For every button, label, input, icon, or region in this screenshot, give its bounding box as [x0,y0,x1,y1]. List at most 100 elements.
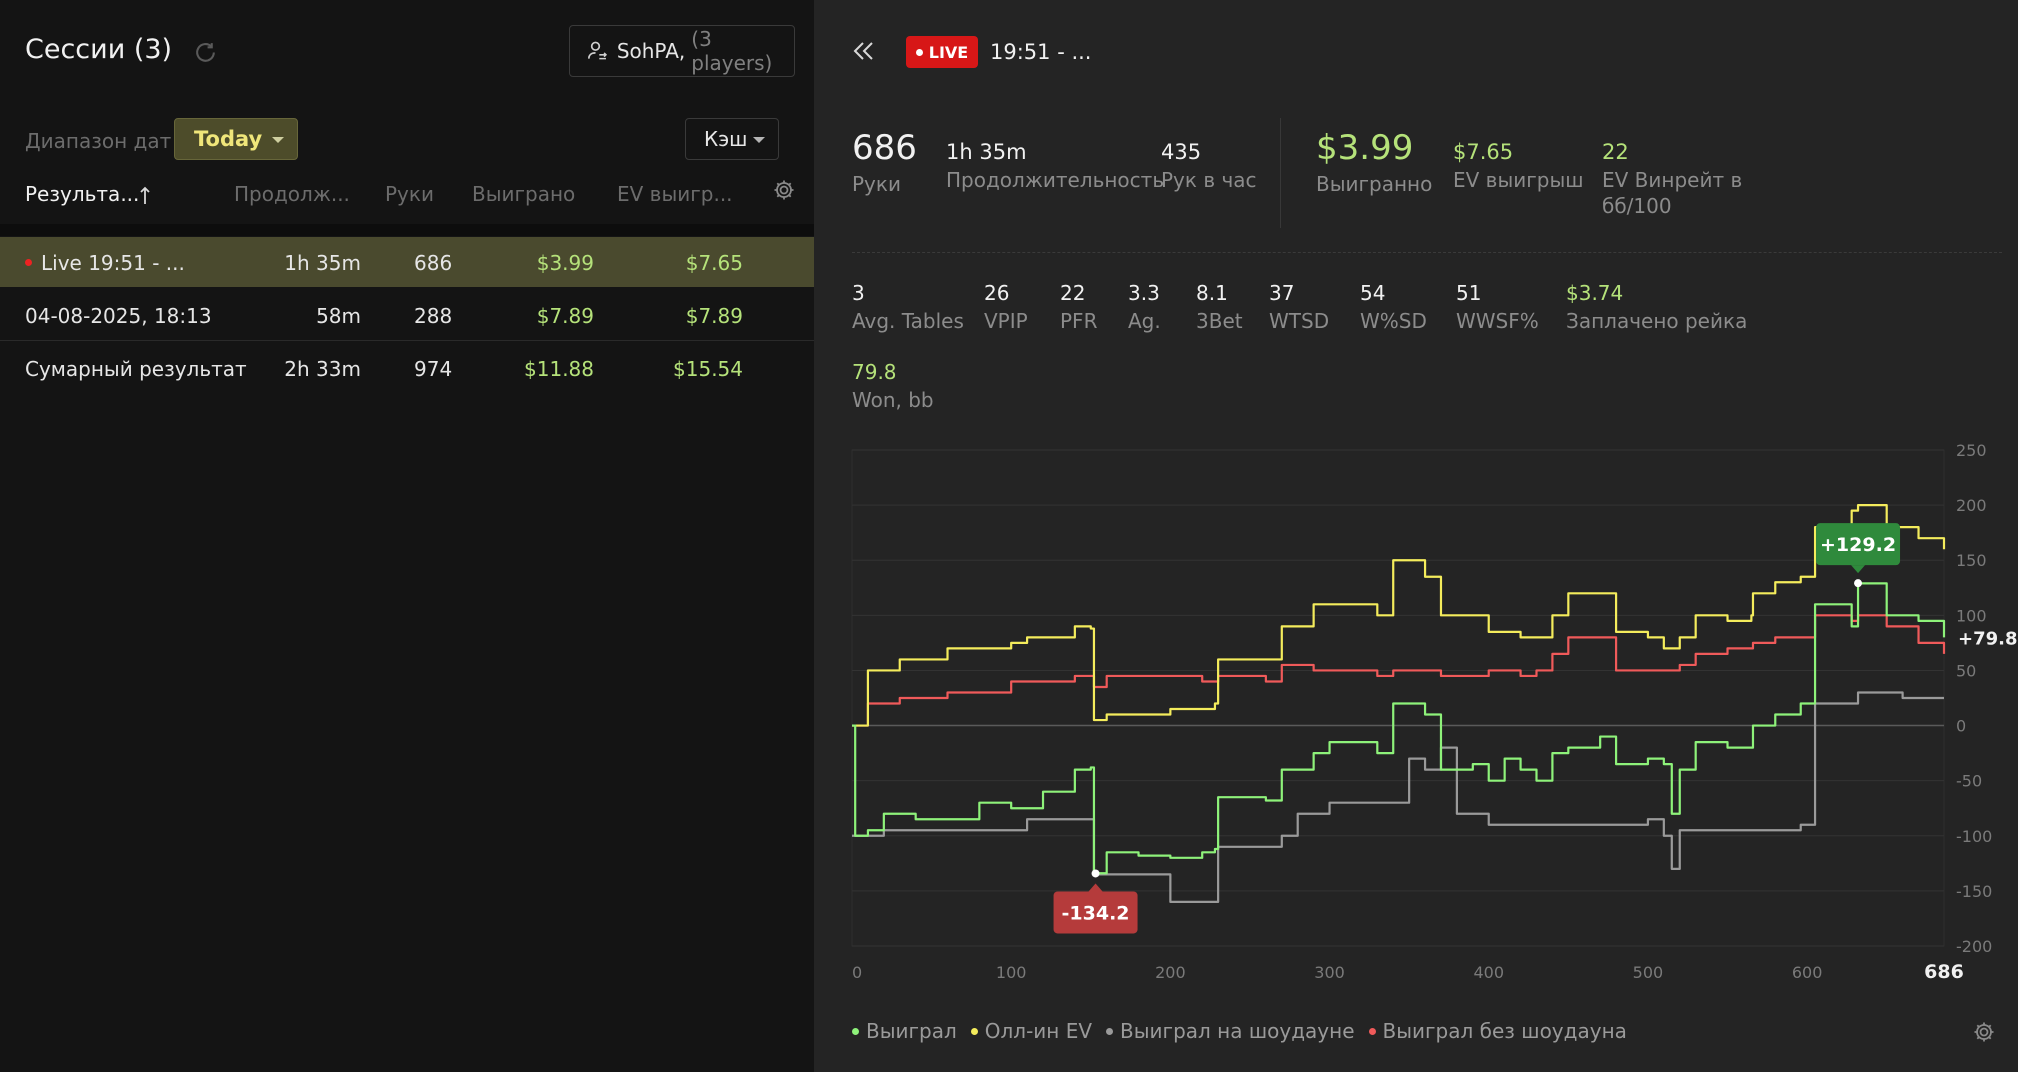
player-count: (3 players) [691,27,773,75]
row-hands: 288 [414,304,453,328]
game-type-value: Кэш [704,127,748,151]
legend-dot [1106,1027,1114,1035]
row-ev: $15.54 [673,357,743,381]
row-hands: 686 [414,251,453,275]
row-ev: $7.89 [685,304,743,328]
legend-dot [852,1027,859,1035]
session-title: 19:51 - ... [990,40,1092,64]
row-name: 04-08-2025, 18:13 [25,304,212,328]
plot-area [851,449,1945,947]
min-annotation-label: -134.2 [1062,902,1130,924]
y-tick-label: 0 [1956,717,1966,736]
stat-vpip: 26 VPIP [984,281,1028,333]
table-row[interactable]: Live 19:51 - ... 1h 35m 686 $3.99 $7.65 [0,237,814,287]
row-won: $7.89 [536,304,594,328]
refresh-icon[interactable] [193,40,218,65]
divider [1280,118,1281,228]
row-duration: 1h 35m [284,251,361,275]
end-value-label: +79.8 [1958,628,2018,649]
stat-wwsf-: 51 WWSF% [1456,281,1539,333]
chevron-down-icon [272,137,284,143]
x-end-label: 686 [1924,961,1964,983]
stat-w-sd: 54 W%SD [1360,281,1427,333]
stat-ev-winrate: 22 EV Винрейт в бб/100 [1602,140,1743,218]
stat-avg-tables: 3 Avg. Tables [852,281,964,333]
min-point [1091,869,1100,878]
column-hands[interactable]: Руки [385,182,434,206]
stat-wtsd: 37 WTSD [1269,281,1330,333]
legend-label: Выиграл на шоудауне [1120,1019,1355,1043]
row-won: $3.99 [536,251,594,275]
stat-3bet: 8.1 3Bet [1196,281,1243,333]
column-won[interactable]: Выиграно [472,182,575,206]
x-tick-label: 0 [852,963,862,982]
stat-ev-won: $7.65 EV выигрыш [1453,140,1584,192]
legend-item[interactable]: Выиграл [852,1019,957,1043]
y-tick-label: 50 [1956,661,1976,680]
row-won: $11.88 [524,357,594,381]
stat-заплачено-рейка: $3.74 Заплачено рейка [1566,281,1748,333]
y-tick-label: 150 [1956,551,1987,570]
chart-legend: Выиграл Олл-ин EV Выиграл на шоудауне Выигр… [852,1019,1627,1043]
table-row[interactable]: 04-08-2025, 18:13 58m 288 $7.89 $7.89 [0,290,814,341]
stat-ag-: 3.3 Ag. [1128,281,1161,333]
y-tick-label: -200 [1956,937,1992,956]
live-dot [25,259,32,266]
legend-label: Выиграл [866,1019,957,1043]
y-tick-label: -100 [1956,827,1992,846]
column-duration[interactable]: Продолж... [234,182,350,206]
legend-item[interactable]: Выиграл на шоудауне [1106,1019,1355,1043]
gear-icon[interactable] [1972,1020,1996,1044]
game-type-dropdown[interactable]: Кэш [685,118,779,160]
row-name: Сумарный результат [25,357,247,381]
date-range-value: Today [194,127,263,151]
legend-label: Выиграл без шоудауна [1382,1019,1627,1043]
page-title: Сессии (3) [25,34,173,65]
session-detail-panel: LIVE 19:51 - ... 686 Руки 1h 35m Продолжит… [814,0,2018,1072]
table-row-total: Сумарный результат 2h 33m 974 $11.88 $15… [0,343,814,393]
y-tick-label: -150 [1956,882,1992,901]
x-tick-label: 300 [1314,963,1345,982]
live-badge: LIVE [906,36,978,68]
column-result[interactable]: Результа... [25,182,139,206]
y-tick-label: 250 [1956,441,1987,460]
x-tick-label: 400 [1473,963,1504,982]
max-annotation-pointer [1851,565,1866,574]
row-name: Live 19:51 - ... [25,251,185,275]
max-point [1854,579,1863,588]
series-line-2 [852,691,1944,904]
row-duration: 2h 33m [284,357,361,381]
date-range-dropdown[interactable]: Today [174,118,298,160]
legend-dot [970,1027,978,1035]
table-divider [0,224,814,236]
row-duration: 58m [316,304,361,328]
sort-ascending-icon[interactable] [138,184,152,206]
player-select-button[interactable]: SohPA, (3 players) [569,25,795,77]
y-tick-label: 200 [1956,496,1987,515]
stat-hands-per-hour: 435 Рук в час [1161,140,1257,192]
stat-hands: 686 Руки [852,128,917,196]
stat-won-bb: 79.8 Won, bb [852,360,934,412]
x-tick-label: 600 [1792,963,1823,982]
row-ev: $7.65 [685,251,743,275]
min-annotation-pointer [1088,883,1103,892]
y-tick-label: -50 [1956,772,1982,791]
y-tick-label: 100 [1956,606,1987,625]
legend-item[interactable]: Олл-ин EV [970,1019,1093,1043]
sessions-panel: Сессии (3) SohPA, (3 players) Диапазон д… [0,0,814,1072]
stat-won: $3.99 Выигранно [1316,128,1433,196]
double-chevron-left-icon[interactable] [852,40,876,62]
x-tick-label: 500 [1633,963,1664,982]
date-range-label: Диапазон дат [25,129,172,153]
user-switch-icon [587,41,608,60]
stat-pfr: 22 PFR [1060,281,1098,333]
x-tick-label: 100 [996,963,1027,982]
column-ev-won[interactable]: EV выигр... [617,182,733,206]
player-name: SohPA, [616,39,686,63]
legend-label: Олл-ин EV [984,1019,1093,1043]
max-annotation-label: +129.2 [1820,534,1896,556]
chevron-down-icon [753,137,765,143]
legend-item[interactable]: Выиграл без шоудауна [1368,1019,1627,1043]
gear-icon[interactable] [772,178,796,202]
legend-dot [1368,1027,1376,1035]
